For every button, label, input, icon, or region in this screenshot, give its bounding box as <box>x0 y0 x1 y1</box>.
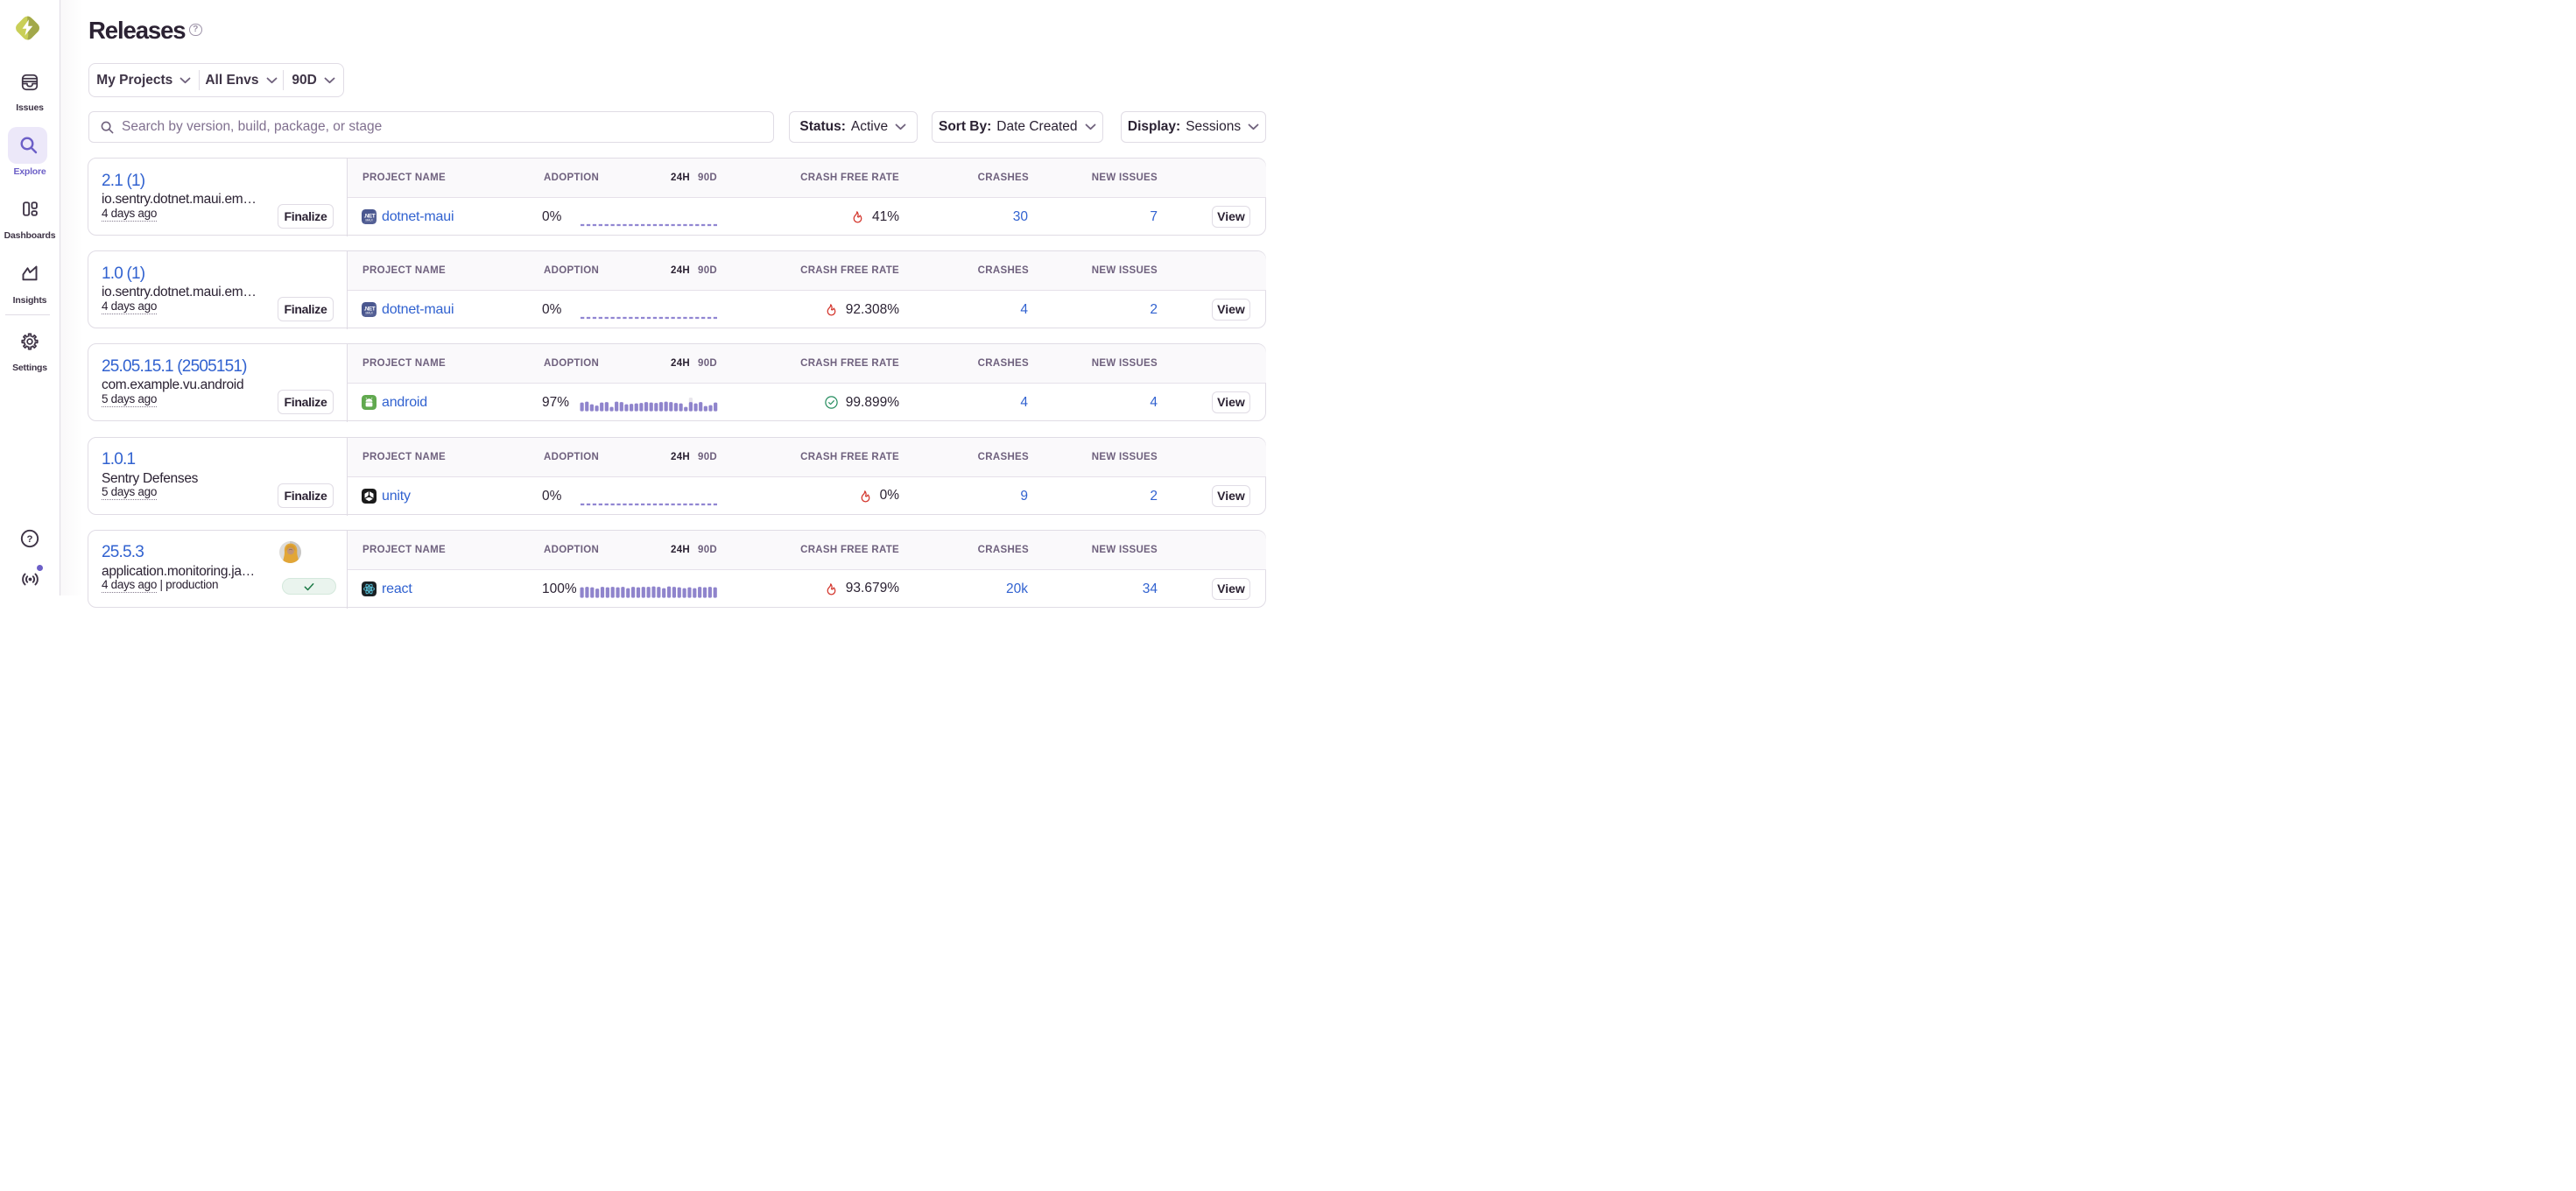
svg-text:MAUI: MAUI <box>366 219 373 222</box>
svg-text:?: ? <box>27 534 33 545</box>
svg-text:MAUI: MAUI <box>366 312 373 315</box>
